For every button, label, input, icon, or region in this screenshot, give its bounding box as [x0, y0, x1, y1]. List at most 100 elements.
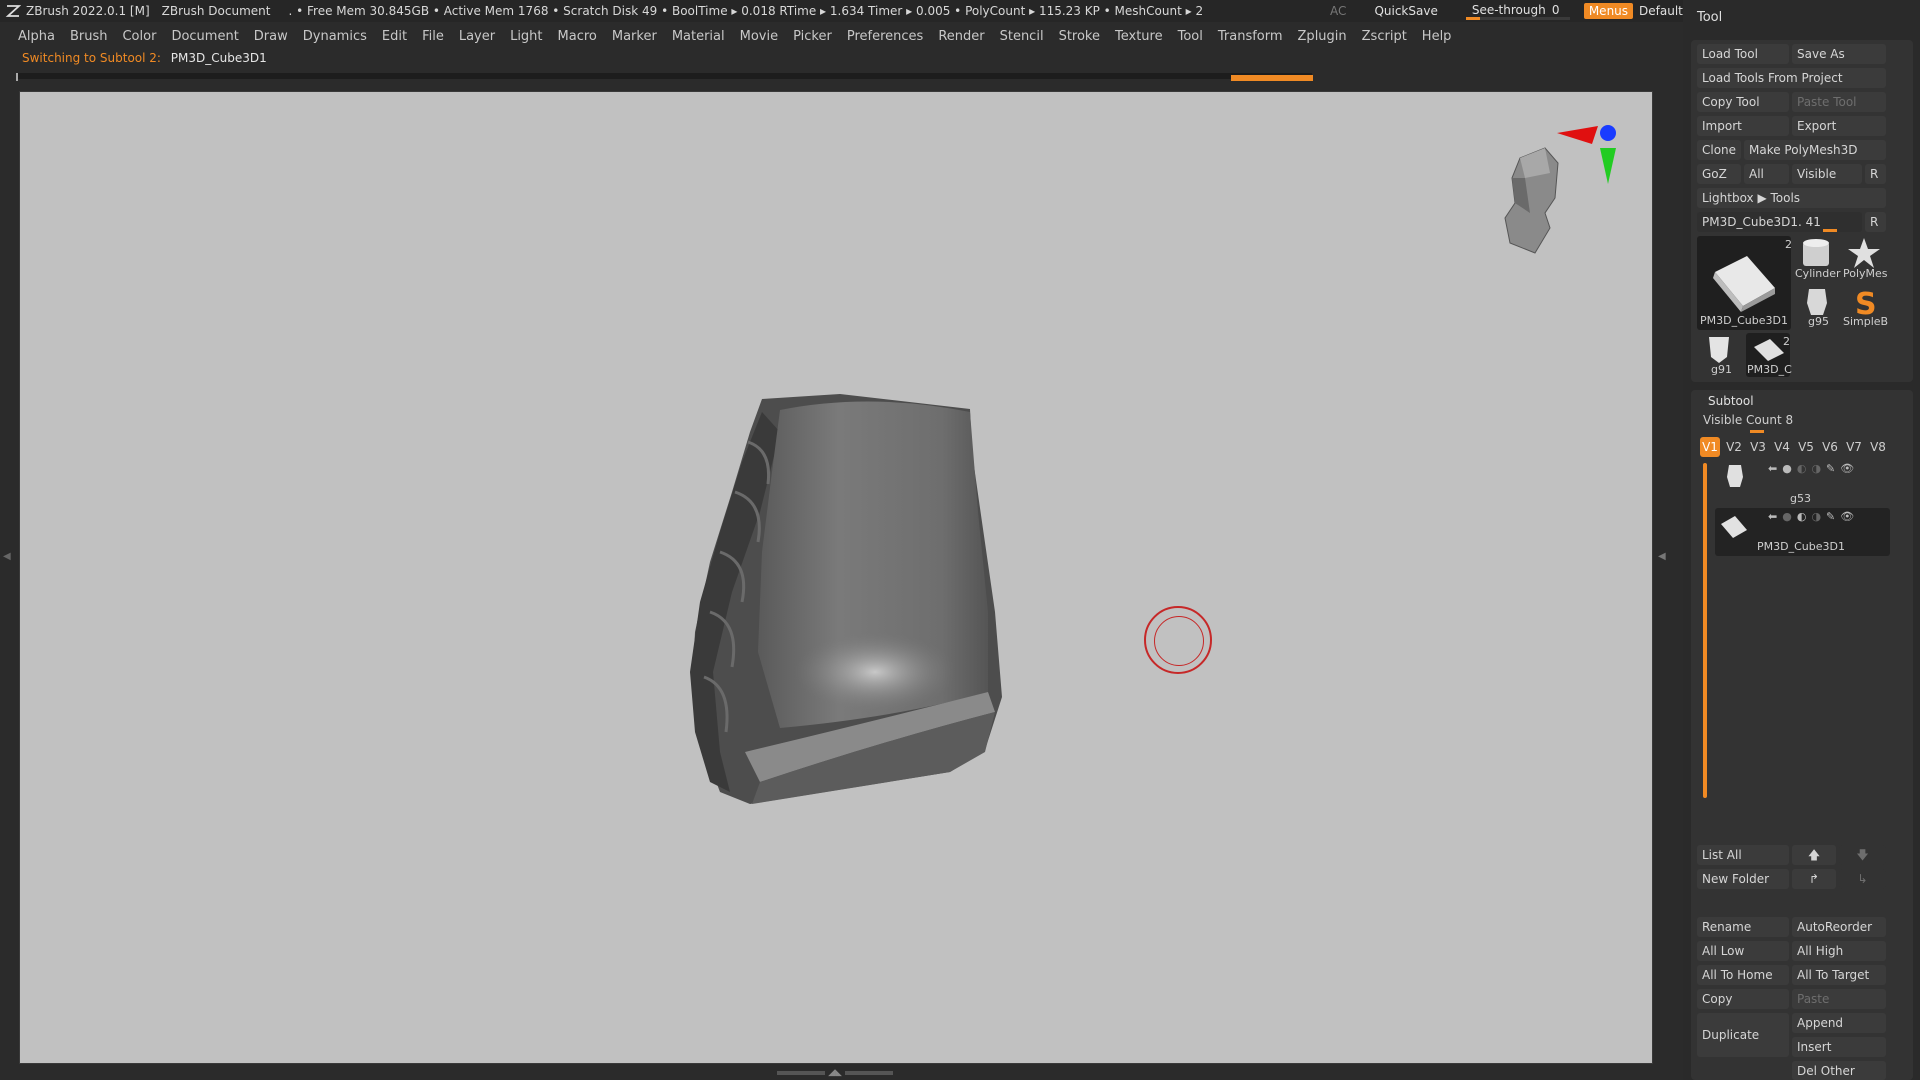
menu-zscript[interactable]: Zscript	[1362, 29, 1407, 44]
export-button[interactable]: Export	[1792, 116, 1886, 136]
subtool-pm3d-solo-icon[interactable]: ◐	[1797, 510, 1807, 523]
menu-stroke[interactable]: Stroke	[1059, 29, 1100, 44]
folder-action-icon[interactable]: ↱	[1792, 869, 1836, 889]
current-tool-slider[interactable]: PM3D_Cube3D1. 41	[1697, 212, 1862, 232]
move-down-icon[interactable]: 🡇	[1839, 845, 1886, 865]
all-low-button[interactable]: All Low	[1697, 941, 1789, 961]
goz-button[interactable]: GoZ	[1697, 164, 1741, 184]
menu-transform[interactable]: Transform	[1218, 29, 1283, 44]
menu-alpha[interactable]: Alpha	[18, 29, 55, 44]
bottom-tray-handle[interactable]: ◢◣	[770, 1068, 900, 1078]
expand-bottom-icon[interactable]: ◢◣	[828, 1068, 842, 1078]
duplicate-button[interactable]: Duplicate	[1697, 1013, 1789, 1057]
visible-count-knob[interactable]	[1750, 430, 1764, 433]
ac-button[interactable]: AC	[1330, 4, 1346, 18]
subtool-pm3d-eye-icon[interactable]: 👁	[1840, 510, 1854, 523]
menu-document[interactable]: Document	[171, 29, 238, 44]
subtool-pm3d-thumb[interactable]	[1717, 512, 1751, 540]
subtool-list-scrollbar[interactable]	[1703, 463, 1707, 798]
menu-picker[interactable]: Picker	[793, 29, 832, 44]
current-tool-r-button[interactable]: R	[1865, 212, 1886, 232]
clone-button[interactable]: Clone	[1697, 140, 1741, 160]
canvas-viewport[interactable]	[19, 91, 1653, 1064]
subtool-pm3d-arrow-icon[interactable]: ⬅	[1768, 510, 1777, 523]
visibility-tab-v8[interactable]: V8	[1868, 437, 1888, 457]
menu-brush[interactable]: Brush	[70, 29, 108, 44]
menu-draw[interactable]: Draw	[254, 29, 288, 44]
menu-file[interactable]: File	[422, 29, 444, 44]
menu-material[interactable]: Material	[672, 29, 725, 44]
quicksave-button[interactable]: QuickSave	[1374, 4, 1437, 18]
folder-exit-icon[interactable]: ↳	[1839, 869, 1886, 889]
menu-preferences[interactable]: Preferences	[847, 29, 923, 44]
subtool-g53-arrow-icon[interactable]: ⬅	[1768, 462, 1777, 475]
subtool-g53-blank-icon[interactable]: ◑	[1811, 462, 1821, 475]
current-tool-slider-knob[interactable]	[1823, 229, 1837, 232]
subtool-g53-solo-icon[interactable]: ◐	[1797, 462, 1807, 475]
goz-r-button[interactable]: R	[1865, 164, 1886, 184]
visibility-tab-v1[interactable]: V1	[1700, 437, 1720, 457]
lightbox-tools-button[interactable]: Lightbox ▶ Tools	[1697, 188, 1886, 208]
copy-tool-button[interactable]: Copy Tool	[1697, 92, 1789, 112]
menu-stencil[interactable]: Stencil	[1000, 29, 1044, 44]
load-tools-from-project-button[interactable]: Load Tools From Project	[1697, 68, 1886, 88]
subtool-pm3d-brush-icon[interactable]: ✎	[1826, 510, 1835, 523]
menu-light[interactable]: Light	[510, 29, 542, 44]
subtool-pm3d-dynamesh-icon[interactable]: ●	[1782, 510, 1792, 523]
menu-layer[interactable]: Layer	[459, 29, 495, 44]
subtool-g53-dynamesh-icon[interactable]: ●	[1782, 462, 1792, 475]
list-all-button[interactable]: List All	[1697, 845, 1789, 865]
goz-visible-button[interactable]: Visible	[1792, 164, 1862, 184]
visibility-tab-v2[interactable]: V2	[1724, 437, 1744, 457]
menu-texture[interactable]: Texture	[1115, 29, 1163, 44]
copy-subtool-button[interactable]: Copy	[1697, 989, 1789, 1009]
right-tray-divider[interactable]: ◀	[1653, 91, 1683, 1062]
insert-button[interactable]: Insert	[1792, 1037, 1886, 1057]
menu-macro[interactable]: Macro	[558, 29, 597, 44]
move-up-icon[interactable]: 🡅	[1792, 845, 1836, 865]
menu-help[interactable]: Help	[1422, 29, 1452, 44]
save-as-button[interactable]: Save As	[1792, 44, 1886, 64]
new-folder-button[interactable]: New Folder	[1697, 869, 1789, 889]
del-other-button[interactable]: Del Other	[1792, 1061, 1886, 1080]
left-tray[interactable]: ◀	[0, 91, 14, 1062]
subtool-g53-brush-icon[interactable]: ✎	[1826, 462, 1835, 475]
load-tool-button[interactable]: Load Tool	[1697, 44, 1789, 64]
goz-all-button[interactable]: All	[1744, 164, 1789, 184]
visible-count-slider[interactable]: Visible Count 8	[1703, 413, 1793, 427]
navigation-gizmo[interactable]	[1500, 118, 1620, 258]
visibility-tab-v5[interactable]: V5	[1796, 437, 1816, 457]
menus-toggle[interactable]: Menus	[1583, 3, 1634, 19]
all-high-button[interactable]: All High	[1792, 941, 1886, 961]
import-button[interactable]: Import	[1697, 116, 1789, 136]
subtool-g53-eye-icon[interactable]: 👁	[1840, 462, 1854, 475]
menu-zplugin[interactable]: Zplugin	[1298, 29, 1347, 44]
visibility-tab-v4[interactable]: V4	[1772, 437, 1792, 457]
menu-edit[interactable]: Edit	[382, 29, 407, 44]
make-polymesh3d-button[interactable]: Make PolyMesh3D	[1744, 140, 1886, 160]
rename-button[interactable]: Rename	[1697, 917, 1789, 937]
visibility-tab-v7[interactable]: V7	[1844, 437, 1864, 457]
paste-subtool-button[interactable]: Paste	[1792, 989, 1886, 1009]
visibility-tab-v6[interactable]: V6	[1820, 437, 1840, 457]
menu-movie[interactable]: Movie	[740, 29, 778, 44]
expand-left-icon[interactable]: ◀	[3, 551, 11, 562]
all-to-target-button[interactable]: All To Target	[1792, 965, 1886, 985]
paste-tool-button[interactable]: Paste Tool	[1792, 92, 1886, 112]
all-to-home-button[interactable]: All To Home	[1697, 965, 1789, 985]
menu-dynamics[interactable]: Dynamics	[303, 29, 367, 44]
collapse-right-icon[interactable]: ◀	[1658, 551, 1666, 562]
autoreorder-button[interactable]: AutoReorder	[1792, 917, 1886, 937]
seethrough-slider[interactable]: See-through 0	[1464, 2, 1574, 20]
menu-render[interactable]: Render	[938, 29, 984, 44]
append-button[interactable]: Append	[1792, 1013, 1886, 1033]
menu-marker[interactable]: Marker	[612, 29, 657, 44]
menu-tool[interactable]: Tool	[1178, 29, 1203, 44]
subtool-g53-thumb[interactable]	[1720, 462, 1750, 490]
tool-thumb-main-label: PM3D_Cube3D1	[1700, 314, 1788, 327]
subtool-g53-label[interactable]: g53	[1790, 492, 1811, 505]
visibility-tab-v3[interactable]: V3	[1748, 437, 1768, 457]
subtool-pm3d-label[interactable]: PM3D_Cube3D1	[1757, 540, 1845, 553]
subtool-pm3d-blank-icon[interactable]: ◑	[1811, 510, 1821, 523]
menu-color[interactable]: Color	[122, 29, 156, 44]
